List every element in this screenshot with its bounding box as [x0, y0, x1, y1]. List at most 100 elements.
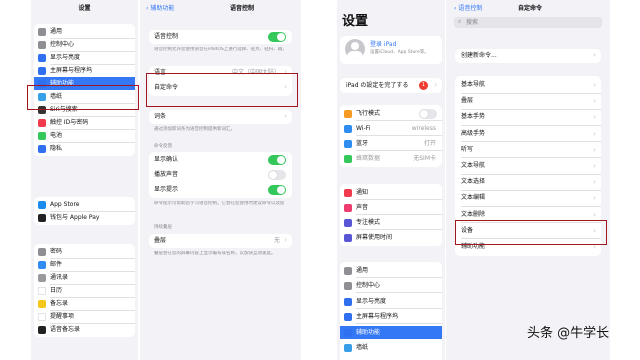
- sidebar-item-label: 语音备忘录: [50, 325, 81, 333]
- show-hints-toggle[interactable]: [268, 185, 286, 195]
- chevron-right-icon: ›: [593, 129, 596, 138]
- command-category-label: 基本手势: [461, 113, 486, 121]
- command-category-row[interactable]: 听写 ›: [455, 142, 601, 158]
- sidebar-item[interactable]: 控制中心: [34, 38, 135, 51]
- sidebar-item[interactable]: 主屏幕与程序坞: [340, 311, 442, 324]
- command-category-row[interactable]: 高级手势 ›: [455, 126, 601, 142]
- sidebar-item[interactable]: 日历: [34, 284, 135, 297]
- airplane-mode-toggle[interactable]: [419, 108, 437, 119]
- sidebar-item[interactable]: 显示与亮度: [340, 295, 442, 308]
- show-confirm-toggle[interactable]: [268, 155, 286, 165]
- command-category-row[interactable]: 基本手势 ›: [455, 109, 601, 126]
- sidebar-item[interactable]: 电池: [34, 129, 135, 142]
- home-screen-icon: [344, 313, 352, 321]
- sidebar-item[interactable]: 密码: [34, 245, 135, 258]
- search-input[interactable]: ⌕ 搜索: [454, 17, 602, 28]
- sidebar-item-label: 屏幕使用时间: [356, 233, 393, 241]
- sidebar-item-value: 打开: [423, 139, 436, 147]
- sidebar-item-label: 触控 ID与密码: [50, 118, 89, 126]
- sidebar-item-label: 邮件: [50, 260, 63, 268]
- sidebar-item-label: 通讯录: [50, 273, 69, 281]
- sidebar-item-label: 通用: [50, 27, 63, 35]
- sidebar-item[interactable]: 专注模式: [340, 216, 442, 229]
- accessibility-icon: [344, 328, 352, 337]
- sidebar-item[interactable]: 通用: [34, 25, 135, 38]
- chevron-right-icon: ›: [593, 51, 596, 59]
- back-button[interactable]: ‹ 辅助功能: [146, 5, 174, 13]
- sidebar-item[interactable]: 主屏幕与程序坞: [34, 64, 135, 77]
- sidebar-item[interactable]: 显示与亮度: [34, 51, 135, 64]
- sidebar-item-label: 密码: [50, 247, 63, 255]
- sidebar-item[interactable]: 屏幕使用时间: [340, 231, 442, 244]
- command-category-row[interactable]: 基本导航 ›: [455, 77, 601, 93]
- command-category-label: 文本编辑: [461, 194, 486, 202]
- command-category-label: 高级手势: [461, 129, 486, 137]
- back-label: 语音控制: [458, 5, 483, 12]
- contacts-icon: [38, 273, 46, 282]
- command-category-row[interactable]: 文本选择 ›: [455, 174, 601, 191]
- vocabulary-row[interactable]: 词条 ›: [149, 110, 292, 124]
- chevron-right-icon: ›: [593, 81, 596, 89]
- overlay-note: 叠层会在您的屏幕内容上显示编号或名称，以加快互动速度。: [154, 251, 276, 256]
- chevron-right-icon: ›: [434, 81, 437, 89]
- sidebar-item[interactable]: 控制中心: [340, 280, 442, 293]
- sidebar-item[interactable]: 蜂窝数据 无SIM卡: [340, 152, 442, 165]
- sidebar-item-label: 显示与亮度: [50, 53, 81, 61]
- command-category-row[interactable]: 叠层 ›: [455, 93, 601, 110]
- screen-time-icon: [344, 233, 352, 242]
- sidebar-item[interactable]: Wi-Fi wireless: [340, 122, 442, 135]
- command-category-label: 文本选择: [461, 178, 486, 186]
- sidebar-item[interactable]: 声音: [340, 201, 442, 214]
- reminders-icon: [38, 312, 46, 321]
- voice-control-toggle[interactable]: [268, 32, 286, 42]
- overlay-label: 叠层: [154, 237, 167, 244]
- notification-badge: 1: [419, 81, 428, 90]
- wallpaper-icon: [344, 344, 352, 352]
- sidebar-item[interactable]: 墙纸: [340, 342, 442, 355]
- create-command-row[interactable]: 创建新命令... ›: [455, 49, 601, 63]
- command-category-row[interactable]: 文本编辑 ›: [455, 190, 601, 207]
- command-category-label: 叠层: [461, 97, 474, 105]
- chevron-right-icon: ›: [593, 97, 596, 106]
- sidebar-item[interactable]: 语音备忘录: [34, 323, 135, 336]
- sidebar-item[interactable]: 钱包与 Apple Pay: [34, 211, 135, 224]
- chevron-right-icon: ›: [593, 178, 596, 187]
- app-store-icon: [38, 200, 46, 209]
- sidebar-item[interactable]: 邮件: [34, 258, 135, 271]
- play-sound-toggle[interactable]: [268, 170, 286, 180]
- sidebar-item[interactable]: 辅助功能: [340, 326, 442, 339]
- calendar-icon: [38, 286, 46, 295]
- command-category-label: 文本导航: [461, 162, 486, 169]
- sidebar-item[interactable]: 飞行模式: [340, 107, 442, 120]
- sidebar-item-label: 隐私: [50, 144, 63, 152]
- feedback-card: 显示确认 播放声音 显示提示: [149, 152, 292, 198]
- back-button[interactable]: ‹ 语音控制: [454, 5, 482, 13]
- sidebar-item[interactable]: 备忘录: [34, 297, 135, 310]
- focus-icon: [344, 218, 352, 227]
- voice-memos-icon: [38, 325, 46, 334]
- sidebar-item[interactable]: 触控 ID与密码: [34, 116, 135, 129]
- sidebar-item[interactable]: 通用: [340, 264, 442, 277]
- command-category-row[interactable]: 文本导航 ›: [455, 158, 601, 174]
- sidebar-item[interactable]: 提醒事项: [34, 310, 135, 323]
- airplane-icon: [344, 109, 352, 118]
- sidebar-item[interactable]: 通知: [340, 186, 442, 199]
- sidebar-item[interactable]: 隐私: [34, 142, 135, 155]
- display-icon: [344, 297, 352, 306]
- sidebar-item-label: 辅助功能: [356, 328, 381, 336]
- profile-card[interactable]: 登录 iPad 设置iCloud、App Store等。: [340, 36, 442, 64]
- sidebar-item-label: 日历: [50, 286, 63, 294]
- sidebar-item[interactable]: 蓝牙 打开: [340, 137, 442, 150]
- sidebar-item-label: 墙纸: [356, 344, 369, 351]
- sidebar-item-label: 备忘录: [50, 299, 69, 307]
- sidebar-item[interactable]: 通讯录: [34, 271, 135, 284]
- sidebar-item[interactable]: App Store: [34, 198, 135, 211]
- finish-setup-row[interactable]: iPad の設定を完了する 1 ›: [340, 78, 442, 93]
- show-hints-row: 显示提示: [149, 183, 292, 196]
- sidebar-item-label: Wi-Fi: [356, 124, 371, 132]
- overlay-row[interactable]: 叠层 无 ›: [149, 234, 292, 248]
- highlight-custom-commands: [146, 73, 298, 107]
- notifications-icon: [344, 188, 352, 197]
- hints-note: 命令提示可帮助您学习语音控制，它会在您使用时建议命令以及提供相关提示。: [154, 201, 284, 206]
- sidebar-item-label: 飞行模式: [356, 109, 381, 117]
